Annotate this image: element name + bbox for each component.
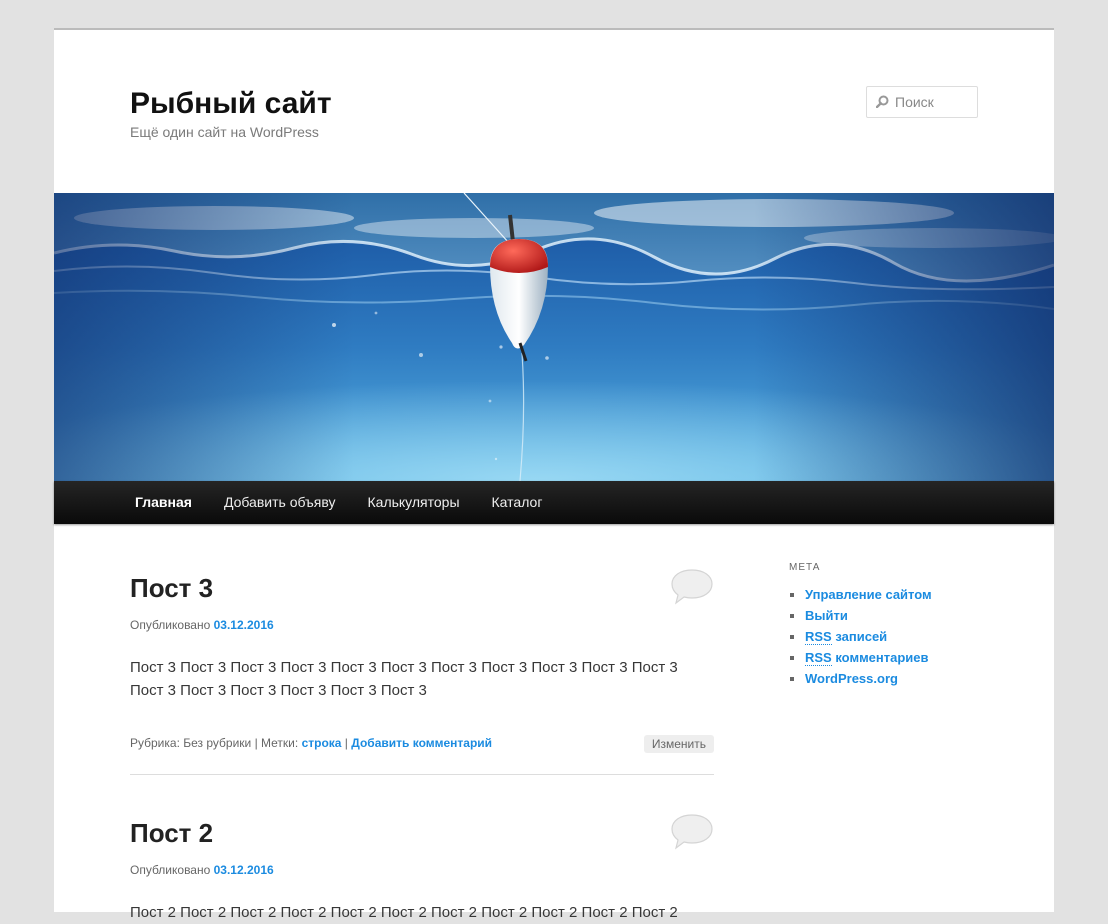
post-article: Пост 2 Опубликовано 03.12.2016 Пост 2 По… [130, 814, 714, 924]
page: Рыбный сайт Ещё один сайт на WordPress П… [54, 28, 1054, 921]
category-label: Рубрика: Без рубрики | Метки: [130, 736, 299, 750]
meta-item-wordpress: WordPress.org [805, 668, 989, 689]
meta-item-rss-comments: RSS комментариев [805, 647, 989, 668]
search-icon [876, 95, 889, 108]
rss-comments-link[interactable]: RSS комментариев [805, 650, 929, 666]
nav-link-catalog[interactable]: Каталог [476, 481, 559, 524]
site-title[interactable]: Рыбный сайт [130, 84, 332, 124]
meta-widget: МЕТА Управление сайтом Выйти RSS записей… [789, 562, 989, 689]
meta-item-manage: Управление сайтом [805, 584, 989, 605]
post-body: Пост 3 Пост 3 Пост 3 Пост 3 Пост 3 Пост … [130, 659, 678, 699]
post-divider [130, 774, 714, 775]
nav-link-add-ad[interactable]: Добавить объяву [208, 481, 352, 524]
add-comment-link[interactable]: Добавить комментарий [351, 736, 492, 750]
edit-button[interactable]: Изменить [643, 735, 714, 753]
nav-item-home[interactable]: Главная [119, 481, 208, 524]
nav-link-home[interactable]: Главная [119, 481, 208, 524]
comment-bubble-icon[interactable] [670, 568, 714, 606]
post-title[interactable]: Пост 3 [130, 572, 714, 604]
meta-item-logout: Выйти [805, 605, 989, 626]
search-input[interactable] [895, 87, 975, 117]
widget-title: МЕТА [789, 562, 821, 573]
manage-site-link[interactable]: Управление сайтом [805, 587, 932, 602]
published-label: Опубликовано [130, 863, 211, 877]
comment-bubble-icon[interactable] [670, 813, 714, 851]
wordpress-org-link[interactable]: WordPress.org [805, 671, 898, 686]
rss-posts-label: записей [831, 629, 888, 644]
post-date-link[interactable]: 03.12.2016 [214, 618, 274, 632]
search-box[interactable] [866, 86, 978, 118]
meta-item-rss-posts: RSS записей [805, 626, 989, 647]
rss-comments-label: комментариев [831, 650, 929, 665]
header-banner-image [54, 193, 1054, 481]
rss-abbr: RSS [805, 629, 832, 645]
tag-link[interactable]: строка [302, 736, 342, 750]
post-title[interactable]: Пост 2 [130, 817, 714, 849]
sidebar: МЕТА Управление сайтом Выйти RSS записей… [789, 562, 989, 689]
post-meta: Опубликовано 03.12.2016 [130, 863, 714, 877]
post-meta: Опубликовано 03.12.2016 [130, 618, 714, 632]
nav-item-calculators[interactable]: Калькуляторы [352, 481, 476, 524]
main-navigation: Главная Добавить объяву Калькуляторы Кат… [54, 481, 1054, 524]
published-label: Опубликовано [130, 618, 211, 632]
site-description: Ещё один сайт на WordPress [130, 124, 319, 140]
post-date-link[interactable]: 03.12.2016 [214, 863, 274, 877]
nav-item-add-ad[interactable]: Добавить объяву [208, 481, 352, 524]
post-body: Пост 2 Пост 2 Пост 2 Пост 2 Пост 2 Пост … [130, 904, 678, 921]
nav-item-catalog[interactable]: Каталог [476, 481, 559, 524]
post-footer-meta: Рубрика: Без рубрики | Метки: строка | Д… [130, 735, 714, 753]
rss-abbr: RSS [805, 650, 832, 666]
logout-link[interactable]: Выйти [805, 608, 848, 623]
footer-separator: | [344, 736, 348, 750]
rss-posts-link[interactable]: RSS записей [805, 629, 887, 645]
post-article: Пост 3 Опубликовано 03.12.2016 Пост 3 По… [130, 569, 714, 753]
nav-link-calculators[interactable]: Калькуляторы [352, 481, 476, 524]
